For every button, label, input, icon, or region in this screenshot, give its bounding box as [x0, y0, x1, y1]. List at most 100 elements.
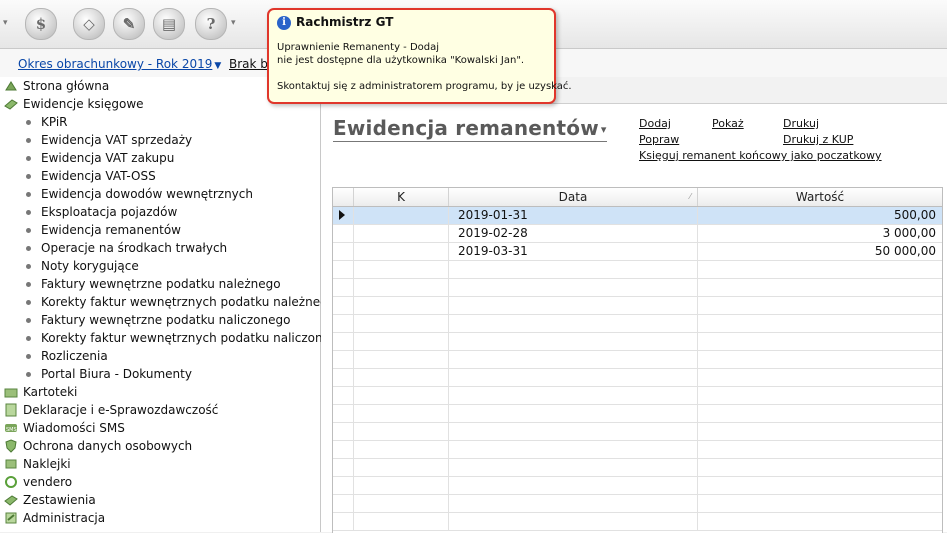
show-link[interactable]: Pokaż	[712, 117, 744, 130]
empty-cell	[333, 369, 354, 386]
empty-cell	[354, 333, 449, 350]
cell-date: 2019-02-28	[449, 225, 698, 242]
nav-sub-portal-biura[interactable]: Portal Biura - Dokumenty	[26, 365, 192, 383]
empty-cell	[354, 351, 449, 368]
help-chevron-down-icon[interactable]: ▾	[231, 18, 236, 28]
empty-cell	[449, 441, 698, 458]
add-link[interactable]: Dodaj	[639, 117, 671, 130]
table-row[interactable]: 2019-01-31 500,00	[333, 207, 942, 225]
column-header-wartosc[interactable]: Wartość	[698, 188, 942, 206]
nav-sub-dowody-wewnetrzne[interactable]: Ewidencja dowodów wewnętrznych	[26, 185, 253, 203]
nav-sub-faktury-naleznego[interactable]: Faktury wewnętrzne podatku należnego	[26, 275, 281, 293]
page-title[interactable]: Ewidencja remanentów ▾	[333, 116, 607, 142]
row-indicator	[333, 207, 354, 224]
cell-date: 2019-03-31	[449, 243, 698, 260]
nav-sub-ewidencja-remanentow[interactable]: Ewidencja remanentów	[26, 221, 181, 239]
sticker-icon	[4, 457, 18, 471]
empty-cell	[333, 387, 354, 404]
empty-cell	[333, 423, 354, 440]
nav-wiadomosci-sms[interactable]: SMS Wiadomości SMS	[4, 419, 125, 437]
empty-cell	[449, 459, 698, 476]
printer-icon[interactable]: ▤	[153, 8, 185, 40]
empty-cell	[333, 459, 354, 476]
dollar-gear-icon[interactable]: $	[25, 8, 57, 40]
empty-cell	[333, 477, 354, 494]
nav-deklaracje[interactable]: Deklaracje i e-Sprawozdawczość	[4, 401, 218, 419]
empty-cell	[449, 351, 698, 368]
empty-cell	[354, 513, 449, 530]
empty-table-row	[333, 351, 942, 369]
nav-sub-vat-oss[interactable]: Ewidencja VAT-OSS	[26, 167, 156, 185]
empty-cell	[449, 333, 698, 350]
tooltip-title: Rachmistrz GT	[296, 15, 394, 29]
empty-cell	[333, 261, 354, 278]
nav-administracja[interactable]: Administracja	[4, 509, 105, 527]
nav-kartoteki[interactable]: Kartoteki	[4, 383, 77, 401]
empty-table-row	[333, 387, 942, 405]
report-icon	[4, 493, 18, 507]
nav-zestawienia[interactable]: Zestawienia	[4, 491, 96, 509]
nav-sub-noty-korygujace[interactable]: Noty korygujące	[26, 257, 139, 275]
nav-naklejki[interactable]: Naklejki	[4, 455, 71, 473]
empty-cell	[449, 405, 698, 422]
main-panel: Ewidencja remanentów ▾ Dodaj Popraw Pokaż…	[321, 77, 947, 533]
print-link[interactable]: Drukuj	[783, 117, 819, 130]
empty-cell	[449, 423, 698, 440]
ledger-icon	[4, 97, 18, 111]
column-header-k[interactable]: K	[354, 188, 449, 206]
nav-sub-kpir[interactable]: KPiR	[26, 113, 68, 131]
empty-cell	[449, 279, 698, 296]
nav-sub-srodki-trwale[interactable]: Operacje na środkach trwałych	[26, 239, 227, 257]
toolbar-chevron-down-icon[interactable]: ▾	[3, 18, 8, 28]
inventory-table: K Data ⁄ Wartość 2019-01-31 500,00 2019-0…	[332, 187, 943, 533]
empty-table-row	[333, 459, 942, 477]
nav-sub-faktury-naliczonego[interactable]: Faktury wewnętrzne podatku naliczonego	[26, 311, 290, 329]
empty-cell	[333, 315, 354, 332]
nav-sub-vat-sprzedazy[interactable]: Ewidencja VAT sprzedaży	[26, 131, 192, 149]
empty-table-row	[333, 297, 942, 315]
nav-sub-korekty-naleznego[interactable]: Korekty faktur wewnętrznych podatku nale…	[26, 293, 335, 311]
empty-table-row	[333, 369, 942, 387]
empty-cell	[333, 333, 354, 350]
empty-cell	[449, 261, 698, 278]
print-kup-link[interactable]: Drukuj z KUP	[783, 133, 853, 146]
empty-cell	[354, 423, 449, 440]
empty-table-row	[333, 261, 942, 279]
empty-cell	[449, 315, 698, 332]
info-icon: i	[277, 16, 291, 30]
edit-link[interactable]: Popraw	[639, 133, 679, 146]
nav-sub-korekty-naliczonego[interactable]: Korekty faktur wewnętrznych podatku nali…	[26, 329, 345, 347]
admin-icon	[4, 511, 18, 525]
tools-icon[interactable]: ✎	[113, 8, 145, 40]
nav-ewidencje-ksiegowe[interactable]: Ewidencje księgowe	[4, 95, 144, 113]
empty-cell	[354, 261, 449, 278]
cell-value: 3 000,00	[882, 226, 936, 240]
navigation-sidebar: Strona główna Ewidencje księgowe KPiR Ew…	[0, 77, 345, 532]
empty-cell	[333, 279, 354, 296]
nav-sub-rozliczenia[interactable]: Rozliczenia	[26, 347, 108, 365]
empty-cell	[354, 297, 449, 314]
empty-cell	[333, 513, 354, 530]
vendero-icon	[4, 475, 18, 489]
empty-cell	[354, 279, 449, 296]
period-caret-icon: ▼	[214, 61, 222, 71]
nav-vendero[interactable]: vendero	[4, 473, 72, 491]
empty-cell	[333, 441, 354, 458]
table-row[interactable]: 2019-02-28 3 000,00	[333, 225, 942, 243]
eraser-icon[interactable]: ◇	[73, 8, 105, 40]
nav-ochrona-danych[interactable]: Ochrona danych osobowych	[4, 437, 192, 455]
post-closing-as-opening-link[interactable]: Księguj remanent końcowy jako poczatkowy	[639, 149, 882, 162]
empty-table-row	[333, 333, 942, 351]
empty-table-row	[333, 477, 942, 495]
nav-strona-glowna[interactable]: Strona główna	[4, 77, 109, 95]
nav-sub-eksploatacja-pojazdow[interactable]: Eksploatacja pojazdów	[26, 203, 177, 221]
help-icon[interactable]: ?	[195, 8, 227, 40]
column-header-data[interactable]: Data ⁄	[449, 188, 698, 206]
cell-k	[354, 225, 449, 242]
empty-cell	[354, 477, 449, 494]
empty-cell	[354, 441, 449, 458]
table-row[interactable]: 2019-03-31 50 000,00	[333, 243, 942, 261]
nav-sub-vat-zakupu[interactable]: Ewidencja VAT zakupu	[26, 149, 174, 167]
period-dropdown[interactable]: Okres obrachunkowy - Rok 2019 ▼	[18, 57, 221, 71]
empty-table-row	[333, 315, 942, 333]
